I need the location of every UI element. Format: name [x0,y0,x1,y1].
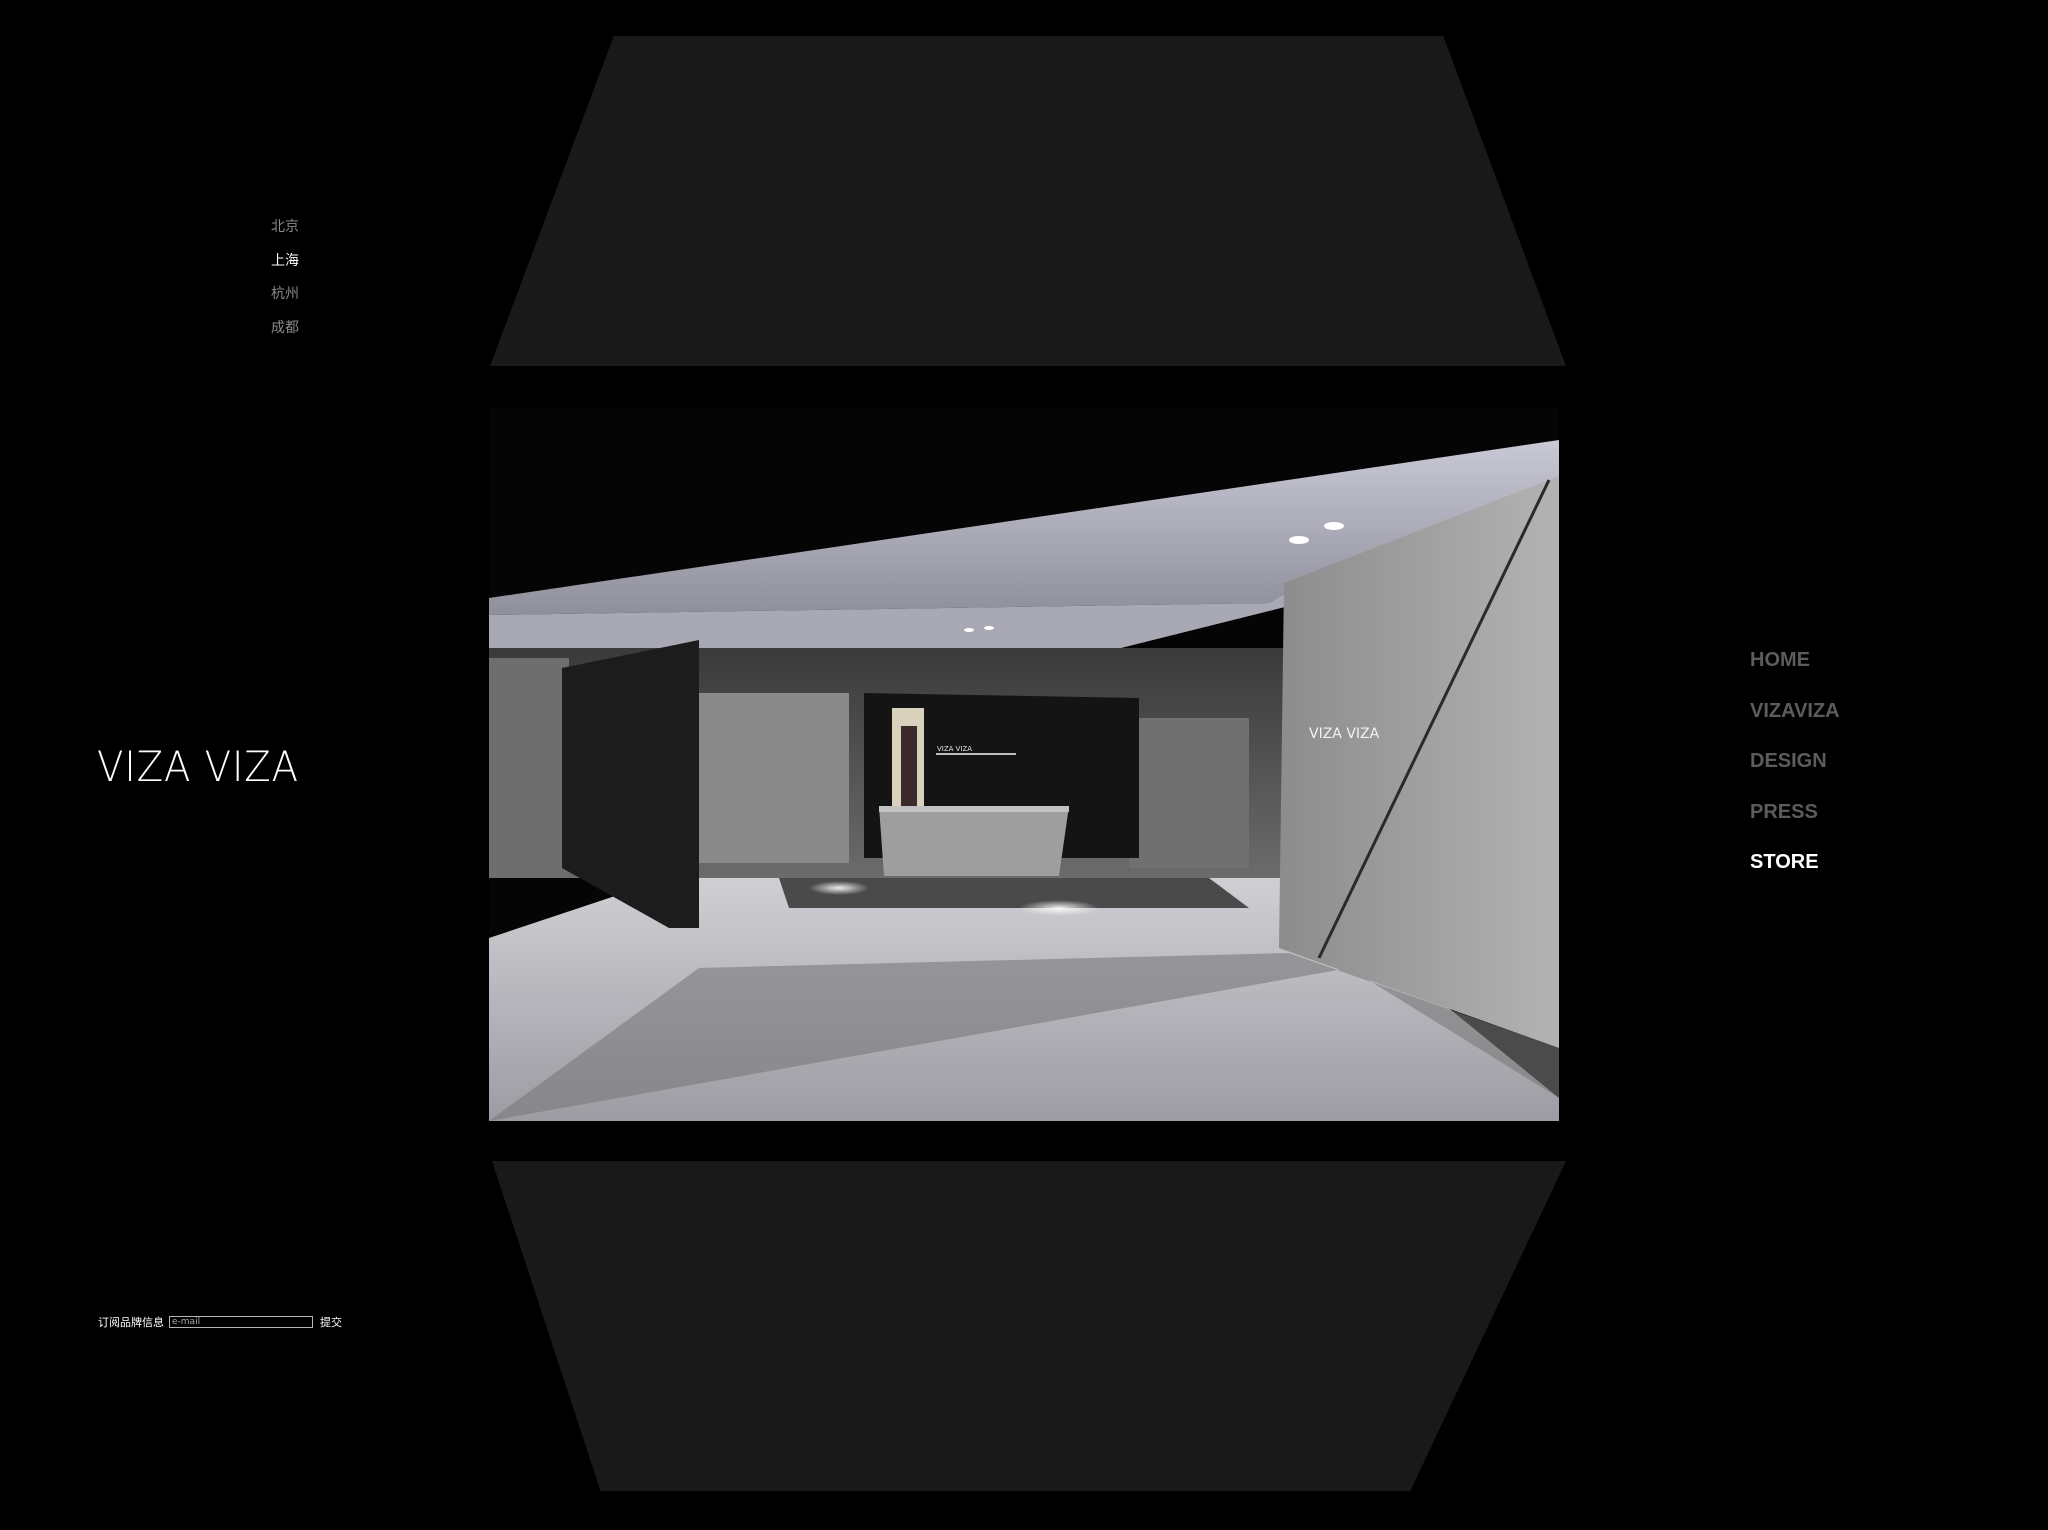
nav-item-store[interactable]: STORE [1750,850,1840,901]
wall-sign: VIZA VIZA [1309,726,1380,742]
nav-item-design[interactable]: DESIGN [1750,749,1840,800]
bottom-decorative-panel [492,1161,1566,1491]
submit-button[interactable]: 提交 [320,1314,342,1330]
subscribe-label: 订阅品牌信息 [98,1316,164,1329]
brand-logo[interactable]: VIZA VIZA [97,742,299,791]
city-item-beijing[interactable]: 北京 [271,217,299,251]
city-item-chengdu[interactable]: 成都 [271,318,299,352]
subscribe-form: 订阅品牌信息 提交 [98,1314,342,1330]
top-decorative-panel [490,36,1566,366]
nav-item-press[interactable]: PRESS [1750,800,1840,851]
city-item-hangzhou[interactable]: 杭州 [271,284,299,318]
city-item-shanghai[interactable]: 上海 [271,251,299,285]
city-list: 北京 上海 杭州 成都 [271,217,299,351]
nav-item-vizaviza[interactable]: VIZAVIZA [1750,699,1840,750]
nav-item-home[interactable]: HOME [1750,648,1840,699]
main-nav: HOME VIZAVIZA DESIGN PRESS STORE [1750,648,1840,901]
email-input[interactable] [169,1316,313,1328]
store-interior-image: VIZA VIZA VIZA VIZA [489,408,1559,1121]
counter-sign: VIZA VIZA [937,745,972,753]
